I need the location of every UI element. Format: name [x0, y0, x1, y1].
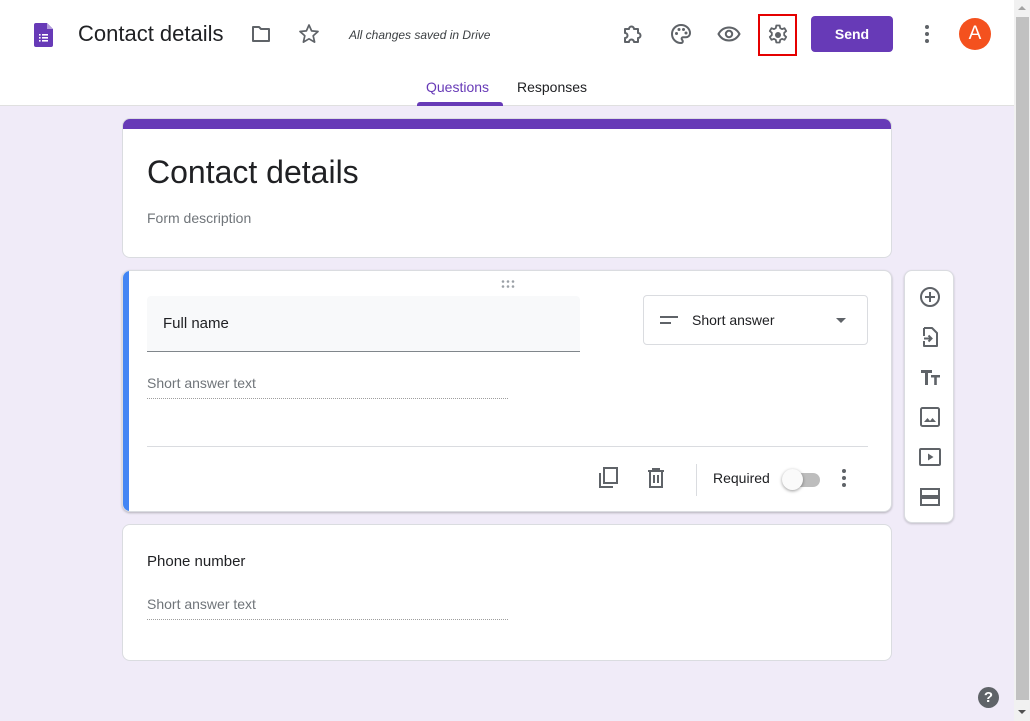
- form-title-card[interactable]: Contact details Form description: [122, 118, 892, 258]
- form-title[interactable]: Contact details: [147, 154, 359, 191]
- scroll-down-arrow-icon[interactable]: [1018, 710, 1026, 714]
- scroll-up-arrow-icon[interactable]: [1018, 6, 1026, 10]
- add-video-icon[interactable]: [918, 445, 942, 469]
- question-title-text: Phone number: [147, 553, 246, 570]
- preview-eye-icon[interactable]: [717, 22, 741, 46]
- delete-trash-icon[interactable]: [644, 466, 668, 490]
- question-title-text: Full name: [163, 315, 229, 332]
- settings-gear-icon[interactable]: [766, 23, 790, 47]
- forms-logo-icon[interactable]: [34, 23, 53, 47]
- tab-responses[interactable]: Responses: [517, 79, 587, 95]
- form-description-input[interactable]: Form description: [147, 210, 251, 226]
- addons-puzzle-icon[interactable]: [621, 22, 645, 46]
- question-card-selected[interactable]: Full name Short answer text Short answer…: [122, 270, 892, 512]
- toggle-knob: [782, 469, 803, 490]
- duplicate-icon[interactable]: [596, 466, 620, 490]
- scroll-thumb[interactable]: [1016, 17, 1029, 700]
- page-scrollbar[interactable]: [1014, 0, 1030, 721]
- save-status: All changes saved in Drive: [349, 28, 491, 42]
- document-title[interactable]: Contact details: [78, 20, 224, 48]
- folder-icon[interactable]: [249, 22, 273, 46]
- drag-handle-icon[interactable]: [500, 279, 516, 289]
- short-text-icon: [660, 316, 678, 324]
- active-tab-indicator: [417, 102, 503, 106]
- more-vert-icon[interactable]: [915, 22, 939, 46]
- short-answer-placeholder: Short answer text: [147, 375, 508, 399]
- send-button[interactable]: Send: [811, 16, 893, 52]
- footer-separator: [696, 464, 697, 496]
- question-type-label: Short answer: [692, 312, 775, 328]
- help-icon[interactable]: ?: [978, 687, 999, 708]
- required-label: Required: [713, 470, 770, 486]
- required-toggle[interactable]: [782, 469, 822, 490]
- dropdown-caret-icon: [836, 318, 846, 323]
- question-more-options-icon[interactable]: [834, 466, 854, 490]
- star-icon[interactable]: [297, 22, 321, 46]
- account-avatar[interactable]: A: [959, 18, 991, 50]
- question-type-dropdown[interactable]: Short answer: [643, 295, 868, 345]
- short-answer-placeholder: Short answer text: [147, 596, 508, 620]
- palette-icon[interactable]: [669, 22, 693, 46]
- accent-bar: [123, 119, 891, 129]
- add-section-icon[interactable]: [918, 485, 942, 509]
- settings-highlight-box: [758, 14, 797, 56]
- tab-questions[interactable]: Questions: [426, 79, 489, 95]
- selection-indicator: [123, 271, 129, 511]
- floating-toolbar: [904, 270, 954, 523]
- app-header: Contact details All changes saved in Dri…: [0, 0, 1014, 106]
- add-title-icon[interactable]: [918, 365, 942, 389]
- add-question-icon[interactable]: [918, 285, 942, 309]
- import-questions-icon[interactable]: [918, 325, 942, 349]
- question-card[interactable]: Phone number Short answer text: [122, 524, 892, 661]
- question-footer-divider: [147, 446, 868, 447]
- add-image-icon[interactable]: [918, 405, 942, 429]
- question-title-input[interactable]: Full name: [147, 296, 580, 352]
